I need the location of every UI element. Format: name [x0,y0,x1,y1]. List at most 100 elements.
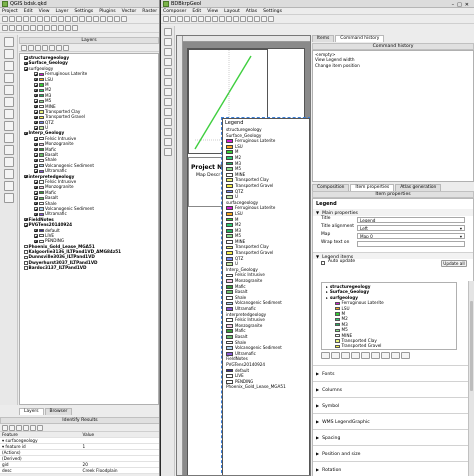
export-pdf-icon[interactable] [226,16,232,22]
count-features-icon[interactable] [381,352,390,359]
tips-icon[interactable] [107,16,113,22]
redo-icon[interactable] [240,16,246,22]
add-wfs-icon[interactable] [3,133,14,143]
section-position-and-size[interactable]: ▶ Position and size [313,445,473,461]
composer-menu-atlas[interactable]: Atlas [246,9,257,14]
add-legend-icon[interactable] [163,98,172,106]
add-group-icon[interactable] [341,352,350,359]
add-delimited-text-icon[interactable] [3,145,14,155]
composer-zoom-out-icon[interactable] [261,16,267,22]
composer-tab-item-properties[interactable]: Item properties [350,184,395,191]
identify-icon[interactable] [86,16,92,22]
layer-visibility-checkbox[interactable] [24,255,28,260]
paste-features-icon[interactable] [58,25,64,31]
move-content-icon[interactable] [163,58,172,66]
edit-toggle-icon[interactable] [2,25,8,31]
layer-visibility-checkbox[interactable] [24,244,28,249]
class-visibility-checkbox[interactable] [34,207,38,211]
undo-icon[interactable] [233,16,239,22]
qgis-menu-project[interactable]: Project [2,9,18,14]
zoom-out-icon[interactable] [58,16,64,22]
cut-features-icon[interactable] [44,25,50,31]
add-spatialite-icon[interactable] [3,73,14,83]
window-controls[interactable]: –□✕ [452,1,472,7]
properties-scrollbar[interactable] [468,281,474,476]
expand-arrow-icon[interactable]: ▸ [326,285,328,289]
class-visibility-checkbox[interactable] [34,164,38,168]
add-table-icon[interactable] [163,138,172,146]
layer-visibility-checkbox[interactable] [24,174,28,179]
class-visibility-checkbox[interactable] [34,169,38,173]
layer-visibility-checkbox[interactable] [24,223,28,227]
class-visibility-checkbox[interactable] [34,234,38,238]
select-icon[interactable] [93,16,99,22]
class-visibility-checkbox[interactable] [34,153,38,157]
qgis-menu-view[interactable]: View [39,9,50,14]
new-spatialite-icon[interactable] [3,169,14,179]
composer-new-icon[interactable] [170,16,176,22]
class-visibility-checkbox[interactable] [34,158,38,163]
collapse-tree-icon[interactable] [9,425,15,431]
layer-visibility-checkbox[interactable] [24,67,28,71]
layer-row[interactable]: Bardoc3137_ILTPand1VD [20,265,158,270]
copy-features-icon[interactable] [51,25,57,31]
add-postgis-icon[interactable] [3,61,14,71]
export-svg-icon[interactable] [219,16,225,22]
composer-tab-atlas-generation[interactable]: Atlas generation [395,184,442,191]
composer-manager-icon[interactable] [37,16,43,22]
move-feature-icon[interactable] [23,25,29,31]
class-visibility-checkbox[interactable] [34,180,38,184]
main-properties-section[interactable]: ▼ Main properties [313,209,473,216]
add-scalebar-icon[interactable] [163,108,172,116]
composer-menu-composer[interactable]: Composer [163,9,186,14]
filter-by-map-icon[interactable] [391,352,400,359]
move-down-icon[interactable] [321,352,330,359]
remove-item-icon[interactable] [361,352,370,359]
scrollbar-thumb[interactable] [470,301,473,391]
qgis-menu-edit[interactable]: Edit [24,9,33,14]
composer-menu-settings[interactable]: Settings [263,9,282,14]
class-visibility-checkbox[interactable] [34,228,38,233]
composer-refresh-icon[interactable] [268,16,274,22]
add-arrow-icon[interactable] [163,128,172,136]
edit-item-icon[interactable] [371,352,380,359]
zoom-in-icon[interactable] [51,16,57,22]
composer-zoom-in-icon[interactable] [254,16,260,22]
refresh-icon[interactable] [79,16,85,22]
qgis-menu-settings[interactable]: Settings [74,9,93,14]
composer-manager-icon[interactable] [184,16,190,22]
layer-visibility-checkbox[interactable] [24,131,28,136]
class-visibility-checkbox[interactable] [34,93,38,98]
composer-tab-composition[interactable]: Composition [312,184,350,191]
python-icon[interactable] [72,25,78,31]
composer-tab-command-history[interactable]: Command history [335,35,385,42]
save-project-icon[interactable] [16,16,22,22]
copy-feature-icon[interactable] [30,425,36,431]
update-all-button[interactable]: Update all [441,260,467,267]
open-project-icon[interactable] [9,16,15,22]
add-wcs-icon[interactable] [3,121,14,131]
qgis-menu-layer[interactable]: Layer [56,9,69,14]
layer-visibility-checkbox[interactable] [24,61,28,66]
load-template-icon[interactable] [191,16,197,22]
legend-items-section[interactable]: ▼ Legend items [313,252,473,260]
print-icon[interactable] [205,16,211,22]
qgis-tab-layers[interactable]: Layers [19,408,44,415]
qgis-menu-plugins[interactable]: Plugins [99,9,115,14]
delete-selected-icon[interactable] [37,25,43,31]
select-move-item-icon[interactable] [163,48,172,56]
sigma-icon[interactable] [401,352,410,359]
bookmark-icon[interactable] [114,16,120,22]
new-project-icon[interactable] [2,16,8,22]
label-icon[interactable] [65,25,71,31]
add-wms-icon[interactable] [3,109,14,119]
filter-legend-icon[interactable] [42,45,48,51]
auto-update-checkbox[interactable] [321,261,325,265]
composer-zoom-full-icon[interactable] [247,16,253,22]
map-select[interactable]: Map 0 ▾ [357,233,465,239]
table-row[interactable]: desc Creek Floodplain [0,467,159,474]
node-tool-icon[interactable] [30,25,36,31]
composer-menu-view[interactable]: View [207,9,218,14]
command-history-item[interactable]: Change item position [315,63,471,68]
add-mssql-icon[interactable] [3,85,14,95]
